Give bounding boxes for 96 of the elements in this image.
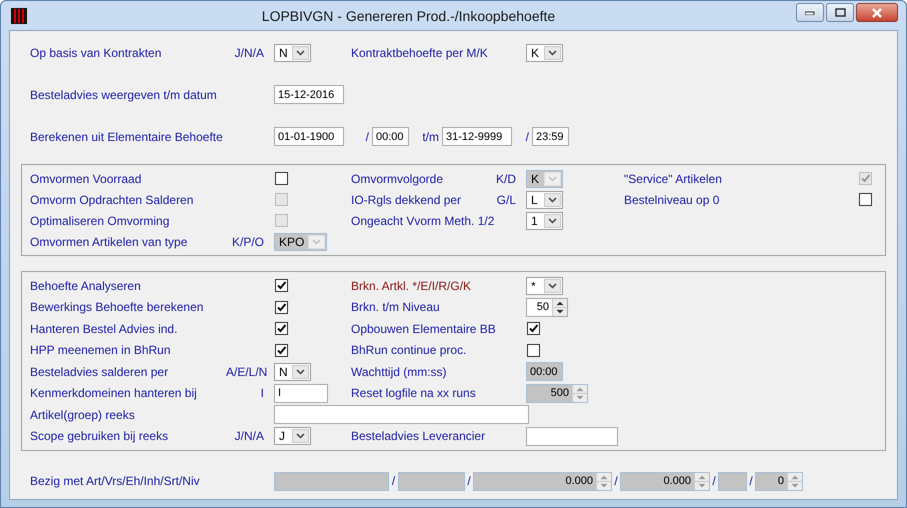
checkmark-icon	[276, 302, 287, 313]
field-label: Besteladvies Leverancier	[351, 429, 486, 444]
checkmark-icon	[276, 344, 287, 356]
field-label: Besteladvies weergeven t/m datum	[30, 88, 218, 102]
separator-text: /	[613, 474, 619, 488]
maximize-icon	[834, 8, 846, 17]
field-label: Op basis van Kontrakten	[30, 46, 162, 60]
field-label: Opbouwen Elementaire BB	[351, 322, 497, 336]
input-field[interactable]	[274, 405, 529, 424]
chevron-down-icon	[296, 433, 305, 440]
field-label: Omvormen Voorraad	[30, 172, 142, 186]
minimize-button[interactable]	[796, 3, 824, 22]
checkmark-icon	[860, 173, 871, 184]
field-label: Bestelniveau op 0	[624, 192, 720, 206]
spin-arrows-icon	[552, 298, 567, 316]
spin-arrows-icon	[572, 384, 587, 402]
field-label: Wachttijd (mm:ss)	[351, 364, 448, 379]
chevron-down-icon	[548, 176, 557, 182]
chevron-down-icon	[548, 50, 557, 56]
separator-text: /	[748, 474, 754, 488]
checkbox[interactable]	[275, 344, 288, 357]
field-label: Kenmerkdomeinen hanteren bij	[30, 386, 198, 400]
checkbox[interactable]	[275, 172, 288, 185]
separator-text: /	[364, 130, 370, 144]
field-label: Scope gebruiken bij reeks	[30, 429, 170, 444]
minimize-icon	[805, 10, 815, 14]
field-label: Behoefte Analyseren	[30, 278, 142, 293]
checkmark-icon	[276, 323, 287, 334]
input-field[interactable]: I	[274, 384, 328, 403]
checkmark-icon	[528, 323, 539, 334]
checkbox[interactable]	[527, 322, 540, 336]
option-hint: K/P/O	[230, 234, 265, 248]
field-label: BhRun continue proc.	[351, 343, 468, 358]
field-label: Omvormen Artikelen van type	[30, 234, 188, 248]
field-label: Reset logfile na xx runs	[351, 386, 477, 400]
chevron-down-icon	[548, 282, 557, 289]
chevron-down-icon	[296, 368, 305, 375]
input-field[interactable]: 23:59	[532, 127, 569, 146]
chevron-down-icon	[312, 238, 322, 244]
field-label: "Service" Artikelen	[624, 172, 723, 186]
field-label: Artikel(groep) reeks	[30, 408, 136, 422]
separator-text: /	[466, 474, 472, 488]
checkbox[interactable]	[859, 193, 872, 206]
input-field[interactable]	[526, 426, 618, 446]
field-label: Bewerkings Behoefte berekenen	[30, 300, 204, 314]
field-label: Optimaliseren Omvorming	[30, 214, 170, 228]
option-hint: A/E/L/N	[226, 364, 268, 379]
field-label: Berekenen uit Elementaire Behoefte	[30, 130, 224, 144]
field-label: Omvormvolgorde	[351, 172, 444, 186]
option-hint: I	[260, 386, 265, 400]
app-icon	[11, 8, 27, 24]
spin-arrows-icon	[787, 472, 802, 490]
maximize-button[interactable]	[826, 3, 854, 22]
separator-text: /	[524, 130, 530, 144]
checkbox[interactable]	[275, 279, 288, 292]
dropdown[interactable]: N	[274, 44, 311, 62]
option-hint: K/D	[494, 172, 517, 186]
option-hint: G/L	[496, 192, 517, 206]
field-label: Hanteren Bestel Advies ind.	[30, 322, 178, 336]
separator-text: /	[711, 474, 717, 488]
input-field[interactable]: 00:00	[372, 127, 409, 146]
dropdown[interactable]: L	[526, 190, 563, 208]
input-field[interactable]: 15-12-2016	[274, 85, 344, 104]
dropdown[interactable]: *	[526, 276, 563, 295]
chevron-down-icon	[296, 50, 305, 56]
field-label: HPP meenemen in BhRun	[30, 343, 172, 358]
checkbox[interactable]	[527, 344, 540, 357]
close-icon	[871, 8, 883, 18]
dropdown[interactable]: J	[274, 427, 311, 446]
input-field[interactable]: 01-01-1900	[274, 127, 344, 146]
field-label: Besteladvies salderen per	[30, 364, 170, 379]
checkbox[interactable]	[275, 322, 288, 336]
checkmark-icon	[276, 280, 287, 292]
field-label: Ongeacht Vvorm Meth. 1/2	[351, 214, 496, 228]
window-title: LOPBIVGN - Genereren Prod.-/Inkoopbehoefte	[260, 8, 556, 24]
field-label: Omvorm Opdrachten Salderen	[30, 192, 194, 206]
number-spinner[interactable]: 50	[526, 298, 568, 317]
separator-text: /	[390, 474, 396, 488]
chevron-down-icon	[548, 196, 557, 202]
dropdown[interactable]: N	[274, 362, 311, 381]
chevron-down-icon	[548, 218, 557, 224]
separator-text: t/m	[421, 130, 440, 144]
option-hint: J/N/A	[234, 429, 265, 444]
spin-arrows-icon	[596, 472, 611, 490]
spin-arrows-icon	[694, 472, 709, 490]
field-label: Kontraktbehoefte per M/K	[351, 46, 489, 60]
option-hint: J/N/A	[234, 46, 265, 60]
checkbox[interactable]	[275, 300, 288, 314]
field-label: Brkn. Artkl. */E/I/R/G/K	[351, 278, 472, 293]
field-label: Bezig met Art/Vrs/Eh/Inh/Srt/Niv	[30, 474, 201, 488]
dropdown[interactable]: 1	[526, 212, 563, 230]
field-label: IO-Rgls dekkend per	[351, 192, 462, 206]
close-button[interactable]	[856, 3, 898, 22]
dropdown[interactable]: K	[526, 44, 563, 62]
field-label: Brkn. t/m Niveau	[351, 300, 441, 314]
input-field[interactable]: 31-12-9999	[442, 127, 512, 146]
